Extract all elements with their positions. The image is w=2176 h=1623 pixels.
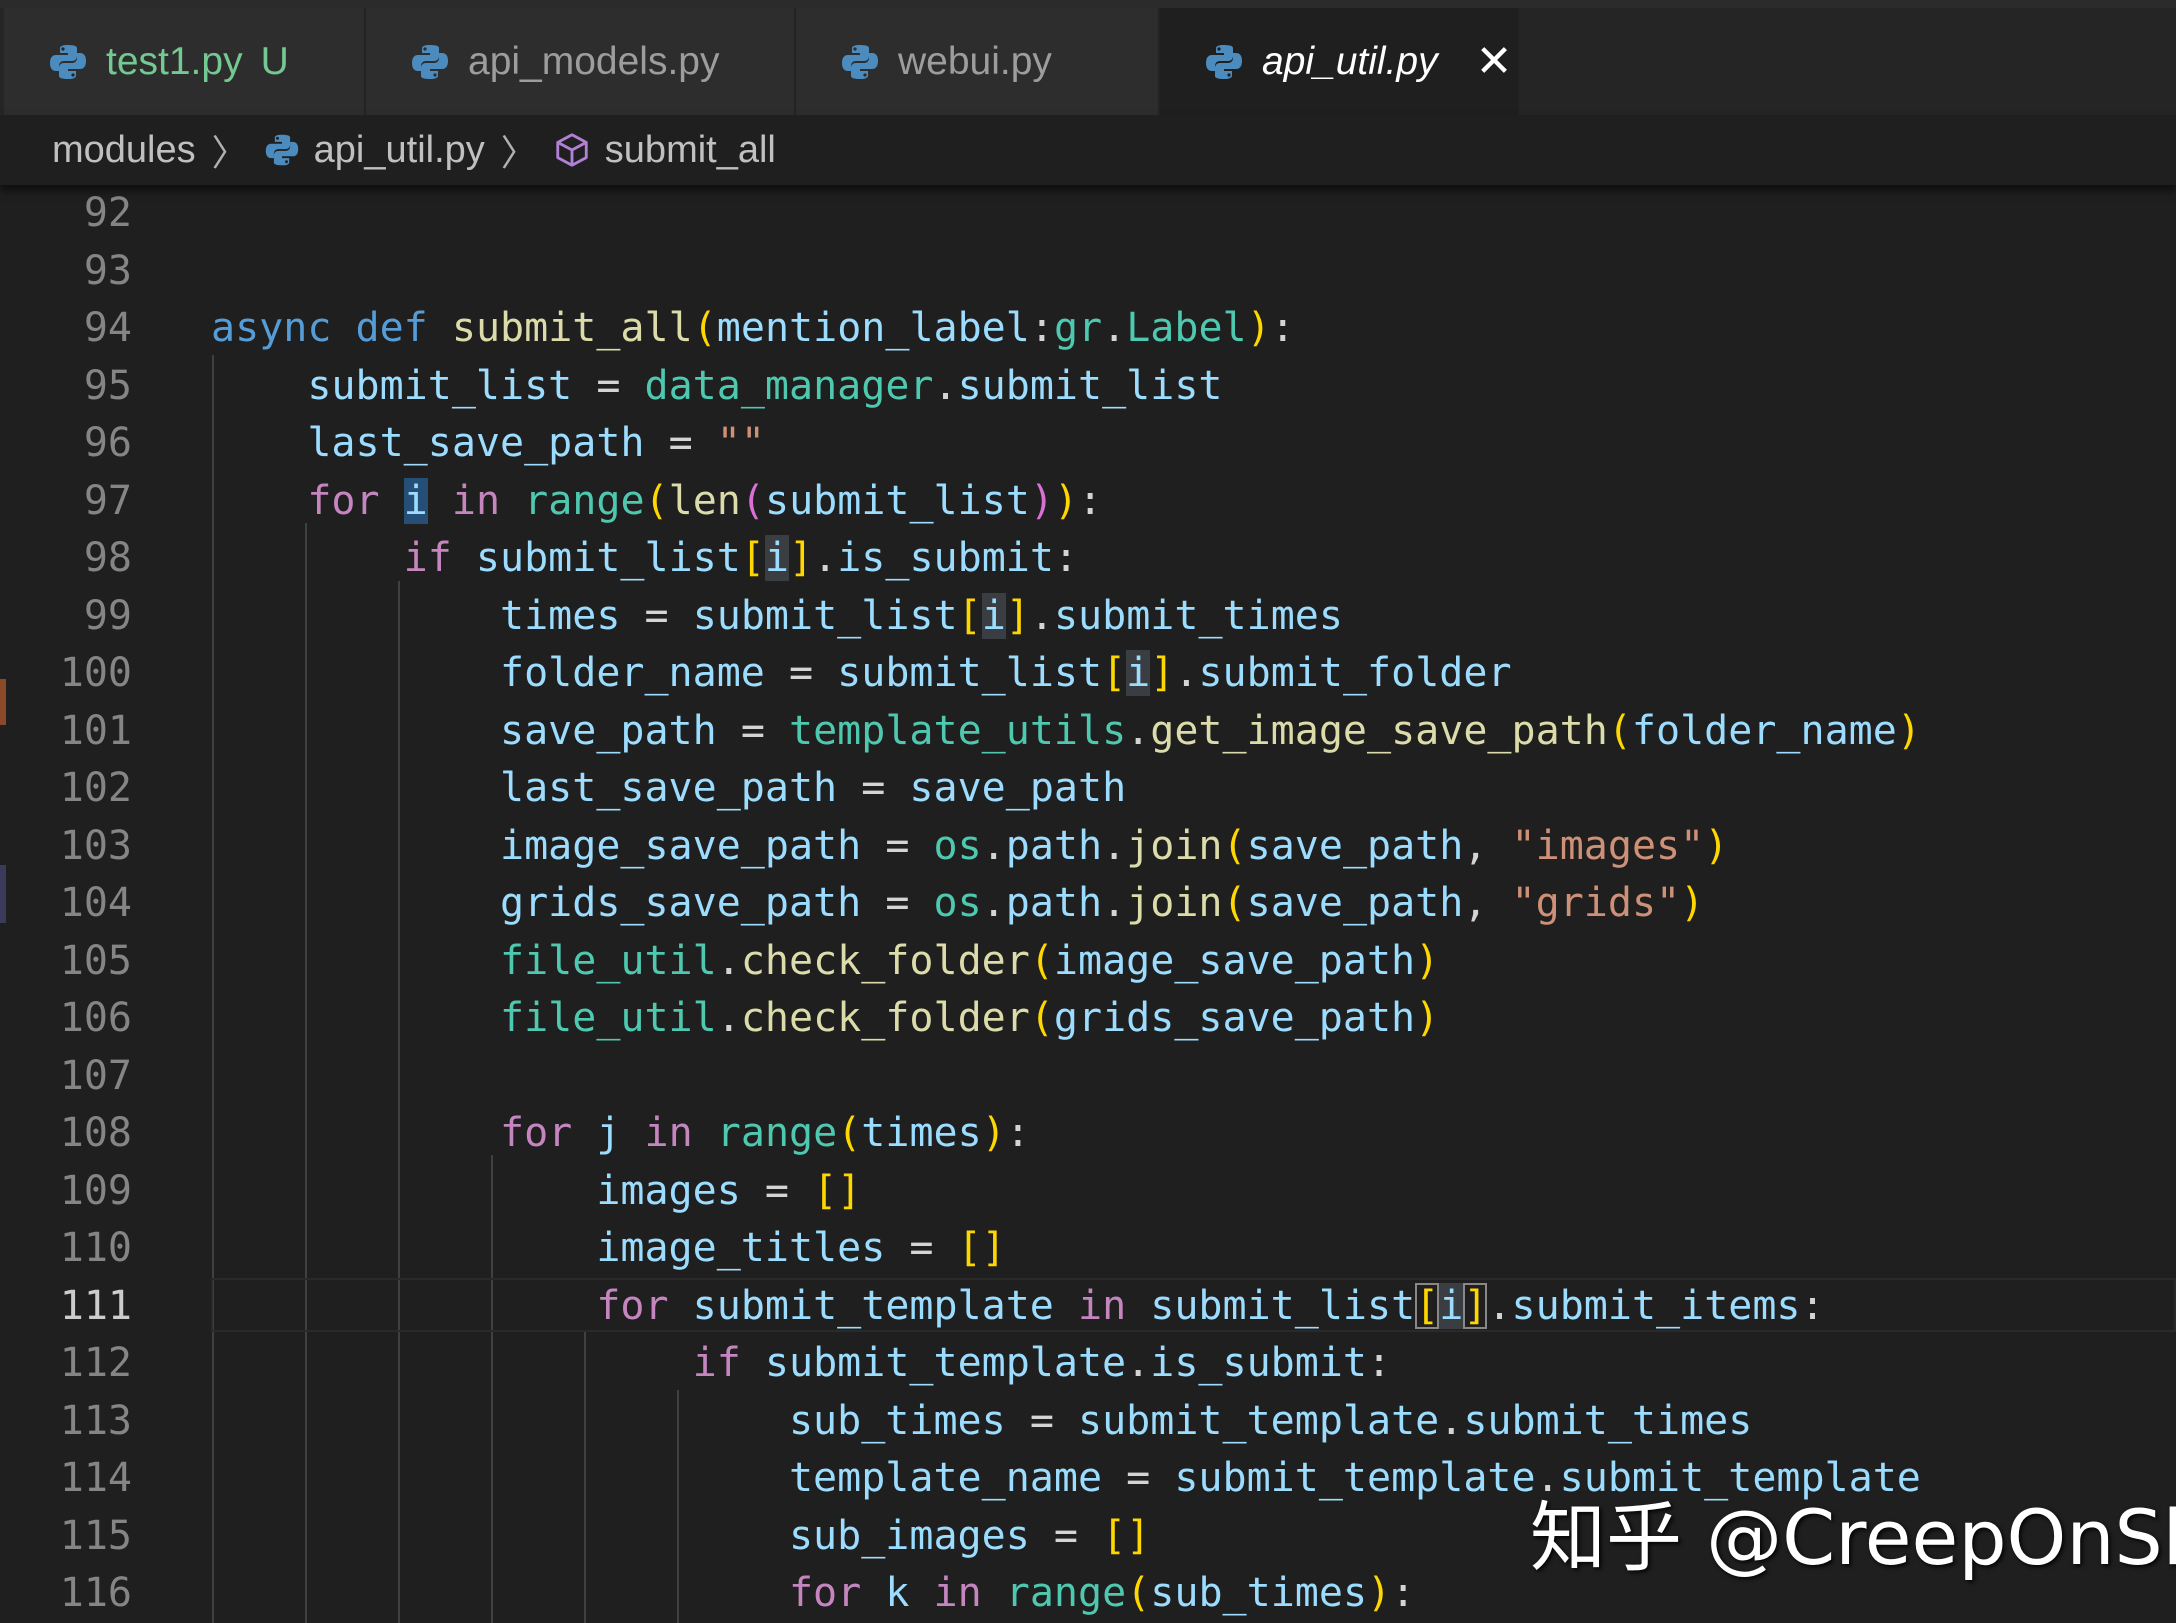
code-line: 99 times = submit_list[i].submit_times <box>0 588 2176 646</box>
tab-api-models[interactable]: api_models.py <box>366 8 796 115</box>
code-line: 112 if submit_template.is_submit: <box>0 1335 2176 1393</box>
code-text: image_save_path = os.path.join(save_path… <box>499 822 1729 869</box>
code-line: 95 submit_list = data_manager.submit_lis… <box>0 358 2176 416</box>
code-line: 96 last_save_path = "" <box>0 415 2176 473</box>
line-number: 116 <box>59 1570 132 1616</box>
line-number: 100 <box>59 650 132 696</box>
code-line: 93 <box>0 243 2176 301</box>
code-line: 105 file_util.check_folder(image_save_pa… <box>0 933 2176 991</box>
code-line: 106 file_util.check_folder(grids_save_pa… <box>0 990 2176 1048</box>
line-number: 112 <box>59 1340 132 1386</box>
line-number: 111 <box>59 1282 132 1329</box>
breadcrumb-file-label: api_util.py <box>313 128 485 171</box>
code-line: 92 <box>0 185 2176 243</box>
line-number: 108 <box>59 1110 132 1156</box>
code-text: grids_save_path = os.path.join(save_path… <box>499 880 1705 926</box>
code-text: for submit_template in submit_list[i].su… <box>596 1282 1825 1329</box>
code-line: 101 save_path = template_utils.get_image… <box>0 703 2176 761</box>
code-editor[interactable]: 92 93 94 async def submit_all(mention_lab… <box>0 185 2176 1623</box>
code-line: 110 image_titles = [] <box>0 1220 2176 1278</box>
line-number: 110 <box>59 1225 132 1271</box>
tab-label: test1.py <box>106 39 243 83</box>
code-text: folder_name = submit_list[i].submit_fold… <box>499 650 1512 696</box>
current-line: 111 for submit_template in submit_list[i… <box>0 1277 2176 1336</box>
line-number: 92 <box>83 190 132 236</box>
code-text: for i in range(len(submit_list)): <box>307 477 1103 524</box>
code-text: last_save_path = save_path <box>499 765 1127 811</box>
code-text: sub_times = submit_template.submit_times <box>788 1397 1753 1444</box>
breadcrumb-symbol[interactable]: submit_all <box>553 129 776 172</box>
line-number: 103 <box>59 822 132 869</box>
code-text: async def submit_all(mention_label:gr.La… <box>211 305 1295 351</box>
tab-label: api_models.py <box>468 39 720 83</box>
code-line: 100 folder_name = submit_list[i].submit_… <box>0 645 2176 703</box>
breadcrumb: modules 〉 api_util.py 〉 submit_all <box>0 115 2176 185</box>
watermark: 知乎 @CreepOnSky <box>1530 1493 2176 1582</box>
untracked-badge: U <box>260 39 289 83</box>
tab-label: webui.py <box>898 39 1052 83</box>
window-top-strip <box>0 0 2176 8</box>
code-line: 104 grids_save_path = os.path.join(save_… <box>0 875 2176 933</box>
code-text: save_path = template_utils.get_image_sav… <box>499 707 1921 754</box>
code-text: for j in range(times): <box>499 1110 1030 1156</box>
code-text: times = submit_list[i].submit_times <box>499 592 1343 639</box>
line-number: 94 <box>83 305 132 351</box>
python-icon <box>50 44 86 79</box>
line-number: 106 <box>59 995 132 1041</box>
code-line: 94 async def submit_all(mention_label:gr.… <box>0 300 2176 358</box>
line-number: 101 <box>59 707 132 754</box>
chevron-right-icon: 〉 <box>500 132 537 173</box>
python-icon <box>842 44 878 79</box>
line-number: 113 <box>59 1397 132 1444</box>
line-number: 115 <box>59 1512 132 1559</box>
python-icon <box>265 134 298 166</box>
code-line: 103 image_save_path = os.path.join(save_… <box>0 818 2176 876</box>
line-number: 96 <box>83 420 132 466</box>
line-number: 104 <box>59 880 132 926</box>
breadcrumb-folder-label: modules <box>52 128 196 171</box>
code-line: 107 <box>0 1048 2176 1106</box>
code-text: for k in range(sub_times): <box>788 1570 1416 1616</box>
line-number: 95 <box>83 362 132 409</box>
code-text: file_util.check_folder(grids_save_path) <box>499 995 1440 1041</box>
tab-test1[interactable]: test1.py U <box>4 8 366 115</box>
line-number: 93 <box>83 247 132 294</box>
line-number: 105 <box>59 937 132 984</box>
python-icon <box>1206 44 1242 79</box>
code-line: 102 last_save_path = save_path <box>0 760 2176 818</box>
code-text: if submit_template.is_submit: <box>692 1340 1392 1386</box>
line-number: 97 <box>83 477 132 524</box>
breadcrumb-file[interactable]: api_util.py <box>264 129 485 172</box>
breadcrumb-folder[interactable]: modules <box>52 129 196 172</box>
close-icon[interactable]: ✕ <box>1476 39 1513 84</box>
code-text: images = [] <box>596 1167 862 1214</box>
code-text: file_util.check_folder(image_save_path) <box>499 937 1440 984</box>
tab-bar: test1.py U api_models.py webui.py api_ut… <box>0 8 2176 115</box>
code-line: 109 images = [] <box>0 1163 2176 1221</box>
line-number: 99 <box>83 592 132 639</box>
breadcrumb-symbol-label: submit_all <box>604 128 776 171</box>
code-line: 97 for i in range(len(submit_list)): <box>0 473 2176 531</box>
line-number: 109 <box>59 1167 132 1214</box>
code-line: 113 sub_times = submit_template.submit_t… <box>0 1393 2176 1451</box>
tab-label: api_util.py <box>1262 39 1438 83</box>
chevron-right-icon: 〉 <box>211 132 248 173</box>
code-line: 98 if submit_list[i].is_submit: <box>0 530 2176 588</box>
code-text: last_save_path = "" <box>307 420 765 466</box>
code-text: sub_images = [] <box>788 1512 1151 1559</box>
code-text: if submit_list[i].is_submit: <box>403 535 1079 581</box>
tab-webui[interactable]: webui.py <box>796 8 1160 115</box>
line-number: 114 <box>59 1455 132 1501</box>
line-number: 107 <box>59 1052 132 1099</box>
code-line: 108 for j in range(times): <box>0 1105 2176 1163</box>
method-cube-icon <box>556 133 588 167</box>
tab-api-util[interactable]: api_util.py ✕ <box>1160 8 1520 115</box>
python-icon <box>412 44 448 79</box>
line-number: 98 <box>83 535 132 581</box>
code-text: image_titles = [] <box>596 1225 1006 1271</box>
line-number: 102 <box>59 765 132 811</box>
code-text: submit_list = data_manager.submit_list <box>307 362 1223 409</box>
